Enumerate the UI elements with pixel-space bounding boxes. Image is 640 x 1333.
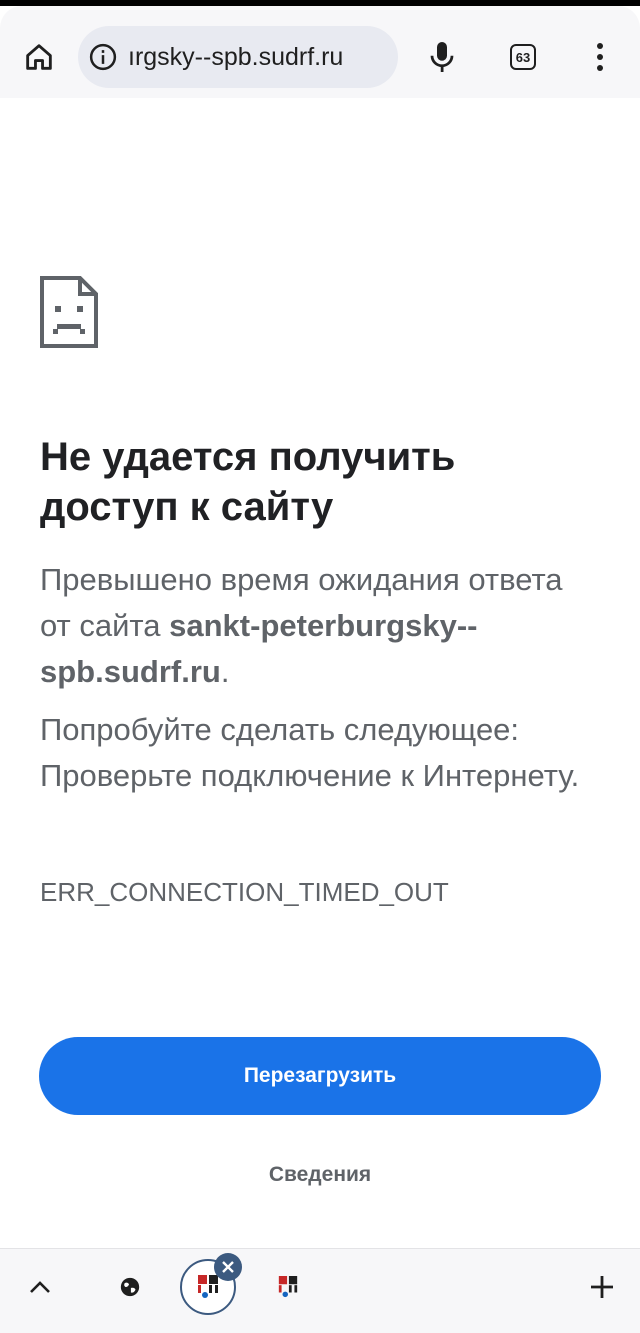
error-suggestion: Попробуйте сделать следующее: Проверьте … — [40, 712, 580, 793]
site-favicon-icon — [198, 1275, 218, 1298]
more-vert-icon — [597, 43, 603, 71]
error-code: ERR_CONNECTION_TIMED_OUT — [40, 877, 449, 907]
new-tab-button[interactable] — [580, 1265, 624, 1309]
error-description-suffix: . — [220, 654, 230, 689]
tab-strip — [0, 1248, 640, 1333]
site-favicon-icon — [278, 1276, 298, 1298]
details-button[interactable]: Сведения — [220, 1155, 420, 1195]
home-icon — [26, 44, 52, 70]
expand-tabs-button[interactable] — [18, 1265, 62, 1309]
close-icon — [222, 1261, 234, 1273]
error-title: Не удается получить доступ к сайту — [40, 435, 456, 529]
reload-button[interactable]: Перезагрузить — [39, 1037, 601, 1115]
info-icon[interactable] — [88, 42, 118, 72]
tab-count-badge: 63 — [510, 44, 536, 70]
address-url[interactable]: ırgsky--spb.sudrf.ru — [128, 26, 343, 88]
tab-third[interactable] — [268, 1267, 308, 1307]
error-description: Превышено время ожидания ответа от сайта… — [40, 557, 600, 695]
sad-page-icon — [40, 276, 98, 348]
plus-icon — [591, 1276, 613, 1298]
address-bar[interactable]: ırgsky--spb.sudrf.ru — [78, 26, 398, 88]
tab-globe[interactable] — [110, 1267, 150, 1307]
chevron-up-icon — [30, 1281, 50, 1293]
voice-search-button[interactable] — [418, 33, 466, 81]
tab-switcher-button[interactable]: 63 — [500, 34, 546, 80]
close-tab-button[interactable] — [214, 1253, 242, 1281]
browser-toolbar: ırgsky--spb.sudrf.ru 63 — [0, 6, 640, 98]
home-button[interactable] — [14, 32, 64, 82]
globe-icon — [120, 1277, 140, 1297]
menu-button[interactable] — [578, 34, 622, 80]
mic-icon — [430, 42, 454, 72]
